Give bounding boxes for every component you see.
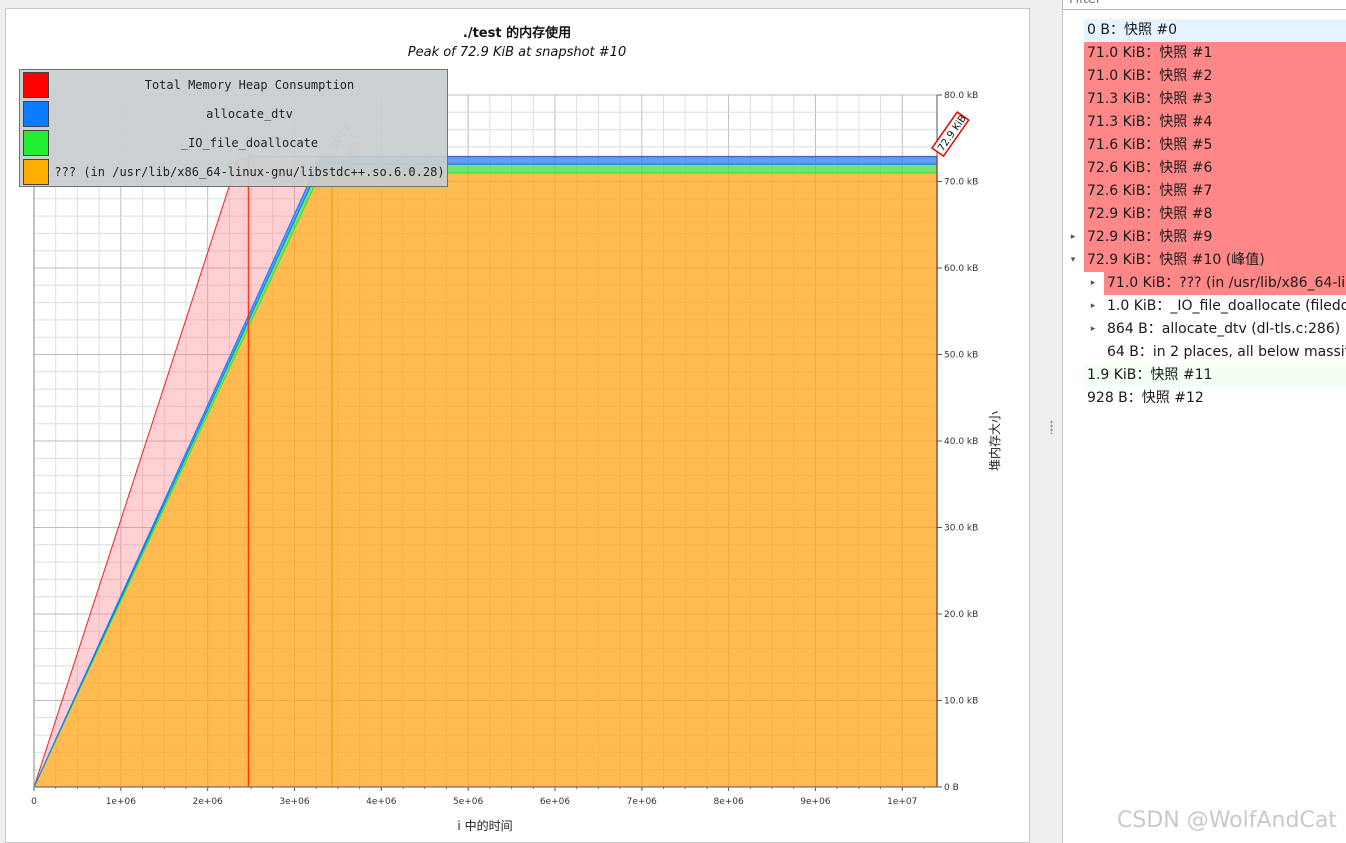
legend-swatch-total [23,72,49,98]
x-axis-label: i 中的时间 [457,818,512,833]
y-tick-label: 60.0 kB [944,264,978,274]
y-tick-label: 50.0 kB [944,351,978,361]
chart-title: ./test 的内存使用 [463,25,571,41]
y-tick-label: 80.0 kB [944,91,978,101]
y-tick-label: 0 B [944,783,959,793]
legend-item-allocate-dtv: allocate_dtv [20,100,447,129]
x-tick-label: 7e+06 [627,797,658,807]
tree-child-item[interactable]: 1.0 KiB：_IO_file_doallocate (filedoalloc… [1104,295,1346,318]
tree-snapshot-item[interactable]: 1.9 KiB：快照 #11 [1084,364,1346,387]
tree-child-item[interactable]: 64 B：in 2 places, all below massif's thr… [1104,341,1346,364]
tree-snapshot-item[interactable]: 72.9 KiB：快照 #8 [1084,203,1346,226]
legend-item-libstdcpp: ??? (in /usr/lib/x86_64-linux-gnu/libstd… [20,158,447,187]
tree-snapshot-item[interactable]: 71.0 KiB：快照 #2 [1084,65,1346,88]
x-tick-label: 1e+06 [106,797,137,807]
legend-swatch-allocate-dtv [23,101,49,127]
tree-snapshot-item[interactable]: 928 B：快照 #12 [1084,387,1346,410]
y-tick-label: 30.0 kB [944,524,978,534]
y-tick-label: 40.0 kB [944,437,978,447]
legend-label-libstdcpp: ??? (in /usr/lib/x86_64-linux-gnu/libstd… [54,165,445,179]
legend-swatch-io-file-doallocate [23,130,49,156]
x-tick-label: 9e+06 [800,797,831,807]
x-tick-label: 1e+07 [887,797,917,807]
expand-arrow-icon[interactable]: ▸ [1088,295,1098,318]
x-tick-label: 6e+06 [540,797,571,807]
tree-snapshot-item[interactable]: 72.6 KiB：快照 #6 [1084,157,1346,180]
watermark: CSDN @WolfAndCat [1117,808,1337,833]
y-tick-label: 20.0 kB [944,610,978,620]
legend-item-total: Total Memory Heap Consumption [20,71,447,100]
collapse-arrow-icon[interactable]: ▾ [1068,249,1078,272]
splitter-grip-icon[interactable] [1050,420,1053,434]
legend-label-total: Total Memory Heap Consumption [144,78,355,92]
tree-snapshot-item[interactable]: 71.3 KiB：快照 #4 [1084,111,1346,134]
y-tick-label: 70.0 kB [944,178,978,188]
tree-snapshot-item[interactable]: 72.9 KiB：快照 #9 [1084,226,1346,249]
tree-snapshot-item[interactable]: 72.9 KiB：快照 #10 (峰值) [1084,249,1346,272]
tree-snapshot-item[interactable]: 71.6 KiB：快照 #5 [1084,134,1346,157]
x-tick-label: 0 [31,797,37,807]
y-axis-label: 堆内存大小 [988,411,1002,471]
x-tick-label: 3e+06 [279,797,310,807]
x-tick-label: 5e+06 [453,797,484,807]
chart-subtitle: Peak of 72.9 KiB at snapshot #10 [408,45,626,60]
legend-item-io-file-doallocate: _IO_file_doallocate [20,129,447,158]
expand-arrow-icon[interactable]: ▸ [1088,318,1098,341]
expand-arrow-icon[interactable]: ▸ [1068,226,1078,249]
tree-snapshot-item[interactable]: 72.6 KiB：快照 #7 [1084,180,1346,203]
tree-child-item[interactable]: 864 B：allocate_dtv (dl-tls.c:286) [1104,318,1346,341]
legend-swatch-libstdcpp [23,159,49,185]
x-tick-label: 2e+06 [193,797,224,807]
filter-input[interactable] [1062,0,1346,10]
tree-snapshot-item[interactable]: 71.0 KiB：快照 #1 [1084,42,1346,65]
tree-child-item[interactable]: 71.0 KiB：??? (in /usr/lib/x86_64-linux-g… [1104,272,1346,295]
tree-snapshot-item[interactable]: 0 B：快照 #0 [1084,19,1346,42]
x-tick-label: 4e+06 [366,797,397,807]
tree-snapshot-item[interactable]: 71.3 KiB：快照 #3 [1084,88,1346,111]
panel-splitter[interactable] [1031,0,1062,843]
expand-arrow-icon[interactable]: ▸ [1088,272,1098,295]
x-tick-label: 8e+06 [713,797,744,807]
legend-label-allocate-dtv: allocate_dtv [206,107,293,121]
chart-legend: Total Memory Heap Consumption allocate_d… [19,69,448,187]
y-tick-label: 10.0 kB [944,697,978,707]
legend-label-io-file-doallocate: _IO_file_doallocate [180,136,319,150]
